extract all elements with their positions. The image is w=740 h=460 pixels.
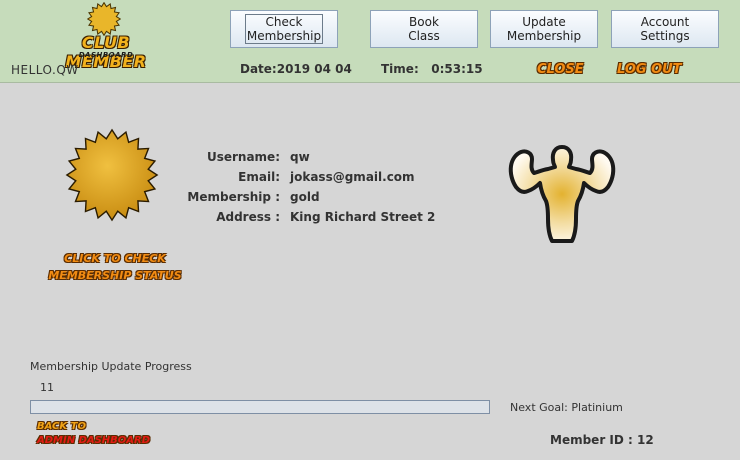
logo-subtitle: DASHBOARD	[78, 51, 134, 59]
check-membership-label: Check Membership	[244, 14, 324, 44]
close-button[interactable]: CLOSE	[537, 62, 584, 77]
email-label: Email:	[238, 170, 280, 184]
time-display: Time: 0:53:15	[381, 62, 483, 76]
check-status-line1: CLICK TO CHECK	[64, 252, 166, 265]
member-id-text: Member ID : 12	[550, 433, 654, 447]
bodybuilder-icon	[508, 145, 616, 243]
email-value: jokass@gmail.com	[290, 170, 415, 184]
check-membership-button[interactable]: Check Membership	[230, 10, 338, 48]
book-class-label: Book Class	[408, 15, 440, 43]
check-status-link[interactable]: CLICK TO CHECK MEMBERSHIP STATUS	[40, 250, 190, 284]
address-label: Address :	[216, 210, 280, 224]
account-settings-label: Account Settings	[640, 15, 690, 43]
check-status-line2: MEMBERSHIP STATUS	[48, 269, 182, 282]
header-bar: CLUB MEMBER DASHBOARD HELLO.QW Check Mem…	[0, 0, 740, 83]
username-row: Username: qw	[180, 150, 480, 170]
book-class-button[interactable]: Book Class	[370, 10, 478, 48]
progress-label: Membership Update Progress	[30, 360, 192, 373]
address-value: King Richard Street 2	[290, 210, 436, 224]
membership-value: gold	[290, 190, 320, 204]
membership-label: Membership :	[187, 190, 280, 204]
membership-row: Membership : gold	[180, 190, 480, 210]
membership-status-starburst-icon[interactable]	[65, 128, 159, 222]
back-to-admin-link[interactable]: BACK TO ADMIN DASHBOARD	[37, 420, 150, 448]
member-info-panel: Username: qw Email: jokass@gmail.com Mem…	[180, 150, 480, 230]
username-value: qw	[290, 150, 310, 164]
progress-value: 11	[40, 381, 54, 394]
update-membership-label: Update Membership	[506, 15, 582, 43]
back-line2: ADMIN DASHBOARD	[37, 435, 151, 446]
membership-progress-bar	[30, 400, 490, 414]
logo-starburst-icon	[87, 2, 121, 36]
update-membership-button[interactable]: Update Membership	[490, 10, 598, 48]
date-display: Date:2019 04 04	[240, 62, 352, 76]
address-row: Address : King Richard Street 2	[180, 210, 480, 230]
back-line1: BACK TO	[37, 421, 86, 432]
greeting-text: HELLO.QW	[11, 63, 79, 77]
username-label: Username:	[206, 150, 280, 164]
next-goal-text: Next Goal: Platinium	[510, 401, 623, 414]
email-row: Email: jokass@gmail.com	[180, 170, 480, 190]
logout-button[interactable]: LOG OUT	[617, 62, 682, 77]
account-settings-button[interactable]: Account Settings	[611, 10, 719, 48]
